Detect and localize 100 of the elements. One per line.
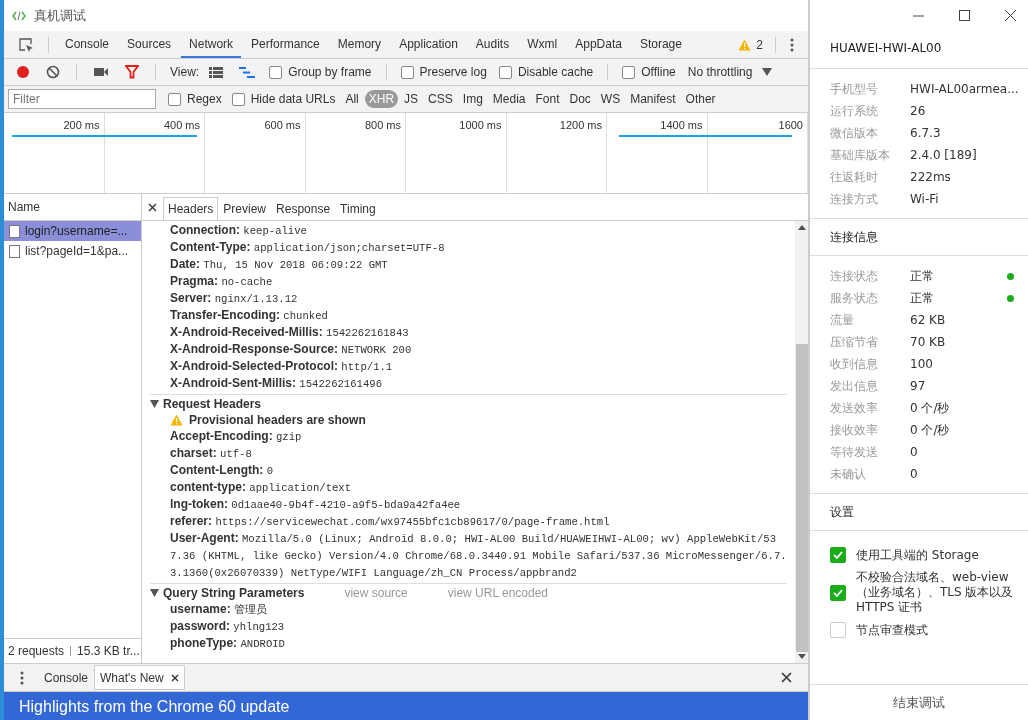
type-filter[interactable]: CSS bbox=[424, 90, 457, 108]
type-filter[interactable]: Manifest bbox=[626, 90, 680, 108]
inspect-icon[interactable] bbox=[18, 36, 34, 53]
throttling-select[interactable]: No throttling bbox=[687, 65, 753, 79]
panel-tab[interactable]: Audits bbox=[467, 31, 518, 58]
info-value: 222ms bbox=[910, 170, 951, 184]
info-value: 70 KB bbox=[910, 335, 946, 349]
header-line: Accept-Encoding: gzip bbox=[169, 428, 303, 445]
time-tick: 400 ms bbox=[163, 119, 200, 131]
time-tick: 800 ms bbox=[364, 119, 401, 131]
close-icon[interactable] bbox=[148, 202, 157, 212]
close-icon[interactable] bbox=[781, 672, 792, 683]
close-icon[interactable] bbox=[170, 673, 179, 682]
check-icon bbox=[833, 588, 843, 597]
info-label: 等待发送 bbox=[830, 443, 879, 461]
setting-label: 使用工具端的 Storage bbox=[856, 547, 979, 563]
time-tick: 200 ms bbox=[63, 119, 100, 131]
type-filter[interactable]: Doc bbox=[565, 90, 595, 108]
info-label: 手机型号 bbox=[830, 80, 879, 98]
header-line: Pragma: no-cache bbox=[169, 273, 274, 290]
checkbox[interactable] bbox=[830, 622, 846, 638]
scrollbar[interactable] bbox=[795, 221, 808, 663]
type-filter[interactable]: Media bbox=[488, 90, 530, 108]
header-line: User-Agent: Mozilla/5.0 (Linux; Android 8.0.0; HWI-AL00 Build/HUAWEIHWI-AL00; wv) AppleWebKit/537.36 (KHTML, like Gecko) Version/4.0 Chrome/68.0.3440.91 Mobile Safari/537.36 MicroMessenger/6.7.3.1360(0x26070339) NetType/WIFI Language/zh_CN Process/appbrand2 bbox=[169, 530, 787, 581]
warning-count[interactable]: 2 bbox=[756, 37, 763, 52]
drawer-tab[interactable]: Console bbox=[38, 665, 95, 690]
scroll-thumb[interactable] bbox=[795, 344, 808, 652]
detail-tab[interactable]: Headers bbox=[163, 197, 219, 220]
type-filter[interactable]: JS bbox=[400, 90, 423, 108]
clear-icon[interactable] bbox=[46, 65, 60, 79]
type-filter[interactable]: WS bbox=[596, 90, 625, 108]
time-tick: 1400 ms bbox=[660, 119, 703, 131]
info-value: 2.4.0 [189] bbox=[910, 148, 977, 162]
panel-tab[interactable]: Performance bbox=[243, 31, 328, 58]
option-checkbox[interactable]: Hide data URLs bbox=[231, 92, 336, 106]
param-line: password: yhlng123 bbox=[169, 618, 286, 635]
header-line: charset: utf-8 bbox=[169, 445, 253, 462]
camera-icon[interactable] bbox=[93, 66, 109, 78]
section-title[interactable]: Request Headers bbox=[163, 396, 262, 412]
info-value: 62 KB bbox=[910, 313, 946, 327]
type-filter[interactable]: Img bbox=[458, 90, 487, 108]
expand-arrow-icon[interactable] bbox=[150, 589, 159, 597]
more-icon[interactable] bbox=[20, 670, 24, 685]
detail-tab[interactable]: Preview bbox=[218, 197, 272, 220]
code-icon bbox=[12, 10, 26, 21]
panel-tab[interactable]: Console bbox=[57, 31, 118, 58]
panel-tab[interactable]: Memory bbox=[329, 31, 390, 58]
checkbox[interactable] bbox=[830, 584, 846, 601]
info-label: 连接状态 bbox=[830, 267, 879, 285]
type-filter[interactable]: All bbox=[341, 90, 363, 108]
request-row[interactable]: login?username=... bbox=[4, 221, 141, 241]
info-label: 往返耗时 bbox=[830, 168, 879, 186]
option-checkbox[interactable]: Preserve log bbox=[400, 65, 487, 79]
record-icon[interactable] bbox=[16, 65, 30, 79]
close-icon[interactable] bbox=[1005, 9, 1016, 21]
time-tick: 1000 ms bbox=[459, 119, 502, 131]
more-icon[interactable] bbox=[790, 37, 794, 52]
time-tick: 1200 ms bbox=[559, 119, 602, 131]
filter-field[interactable]: Filter bbox=[8, 89, 156, 109]
request-row[interactable]: list?pageId=1&pa... bbox=[4, 241, 141, 261]
header-line: content-type: application/text bbox=[169, 479, 353, 496]
info-value: 26 bbox=[910, 104, 926, 118]
header-line: Transfer-Encoding: chunked bbox=[169, 307, 329, 324]
panel-tab[interactable]: Application bbox=[391, 31, 466, 58]
option-checkbox[interactable]: Group by frame bbox=[269, 65, 372, 79]
scroll-up-icon[interactable] bbox=[797, 225, 806, 230]
type-filter[interactable]: Font bbox=[531, 90, 564, 108]
info-value: Wi-Fi bbox=[910, 192, 939, 206]
type-filter[interactable]: Other bbox=[681, 90, 720, 108]
detail-tab[interactable]: Response bbox=[271, 197, 336, 220]
panel-tab[interactable]: Sources bbox=[119, 31, 180, 58]
checkbox[interactable] bbox=[830, 547, 846, 563]
header-line: referer: https://servicewechat.com/wx97455bfc1cb89617/0/page-frame.html bbox=[169, 513, 611, 530]
info-label: 压缩节省 bbox=[830, 333, 879, 351]
maximize-icon[interactable] bbox=[959, 9, 970, 21]
info-value: 100 bbox=[910, 357, 933, 371]
header-line: X-Android-Response-Source: NETWORK 200 bbox=[169, 341, 413, 358]
panel-tab[interactable]: AppData bbox=[567, 31, 630, 58]
option-checkbox[interactable]: Offline bbox=[622, 65, 676, 79]
waterfall-icon[interactable] bbox=[239, 66, 256, 78]
dropdown-icon[interactable] bbox=[762, 68, 773, 76]
request-count: 2 requests bbox=[8, 644, 65, 658]
header-line: Connection: keep-alive bbox=[169, 222, 308, 239]
info-label: 基础库版本 bbox=[830, 146, 891, 164]
drawer-tab[interactable]: What's New bbox=[94, 665, 185, 690]
setting-label: 节点审查模式 bbox=[856, 622, 928, 638]
request-name: list?pageId=1&pa... bbox=[25, 244, 129, 258]
scroll-down-icon[interactable] bbox=[797, 654, 806, 659]
info-label: 接收效率 bbox=[830, 421, 879, 439]
list-view-icon[interactable] bbox=[209, 66, 224, 78]
detail-tab[interactable]: Timing bbox=[335, 197, 381, 220]
option-checkbox[interactable]: Regex bbox=[168, 92, 222, 106]
filter-icon[interactable] bbox=[125, 65, 139, 79]
section-title[interactable]: Query String Parameters bbox=[163, 585, 305, 601]
panel-tab[interactable]: Storage bbox=[631, 31, 690, 58]
option-checkbox[interactable]: Disable cache bbox=[498, 65, 594, 79]
info-label: 流量 bbox=[830, 311, 855, 329]
expand-arrow-icon[interactable] bbox=[150, 400, 159, 408]
panel-tab[interactable]: Wxml bbox=[519, 31, 566, 58]
document-icon bbox=[9, 244, 20, 258]
